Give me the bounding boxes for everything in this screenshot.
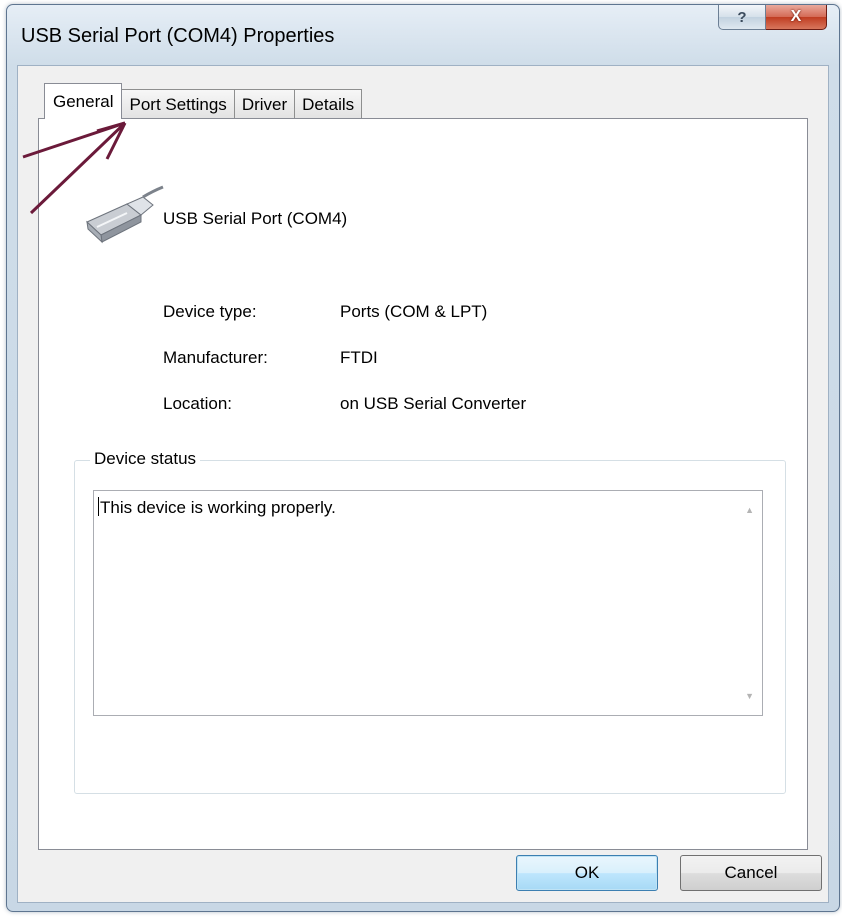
tab-strip: General Port Settings Driver Details bbox=[44, 83, 363, 119]
scroll-up-arrow-icon[interactable]: ▲ bbox=[745, 505, 754, 515]
location-value: on USB Serial Converter bbox=[340, 394, 527, 413]
scroll-down-arrow-icon[interactable]: ▼ bbox=[745, 691, 754, 701]
annotation-arrow bbox=[22, 121, 127, 215]
close-button[interactable]: X bbox=[766, 5, 827, 30]
device-status-message: This device is working properly. bbox=[100, 498, 336, 517]
device-type-label: Device type: bbox=[163, 302, 257, 321]
cancel-button[interactable]: Cancel bbox=[680, 855, 822, 891]
tab-general[interactable]: General bbox=[44, 83, 123, 119]
tab-driver[interactable]: Driver bbox=[233, 89, 296, 119]
device-status-textbox[interactable]: This device is working properly. ▲ ▼ bbox=[93, 490, 763, 716]
manufacturer-label: Manufacturer: bbox=[163, 348, 268, 367]
device-type-value: Ports (COM & LPT) bbox=[340, 302, 488, 321]
text-caret bbox=[98, 497, 99, 516]
dialog-client-area: General Port Settings Driver Details USB… bbox=[17, 65, 829, 903]
caption-buttons: ? X bbox=[718, 5, 827, 30]
ok-button[interactable]: OK bbox=[516, 855, 658, 891]
title-bar[interactable]: USB Serial Port (COM4) Properties ? X bbox=[7, 5, 839, 65]
general-tab-panel: USB Serial Port (COM4) Device type: Port… bbox=[22, 118, 808, 850]
device-name: USB Serial Port (COM4) bbox=[163, 209, 348, 228]
device-status-text: This device is working properly. bbox=[98, 497, 336, 518]
manufacturer-value: FTDI bbox=[340, 348, 378, 367]
device-status-legend: Device status bbox=[90, 449, 201, 469]
window-title: USB Serial Port (COM4) Properties bbox=[21, 25, 335, 47]
properties-window: USB Serial Port (COM4) Properties ? X Ge… bbox=[6, 4, 840, 912]
tab-details[interactable]: Details bbox=[294, 89, 363, 119]
location-label: Location: bbox=[163, 394, 232, 413]
device-status-group: Device status This device is working pro… bbox=[74, 449, 786, 794]
help-button[interactable]: ? bbox=[718, 5, 766, 30]
